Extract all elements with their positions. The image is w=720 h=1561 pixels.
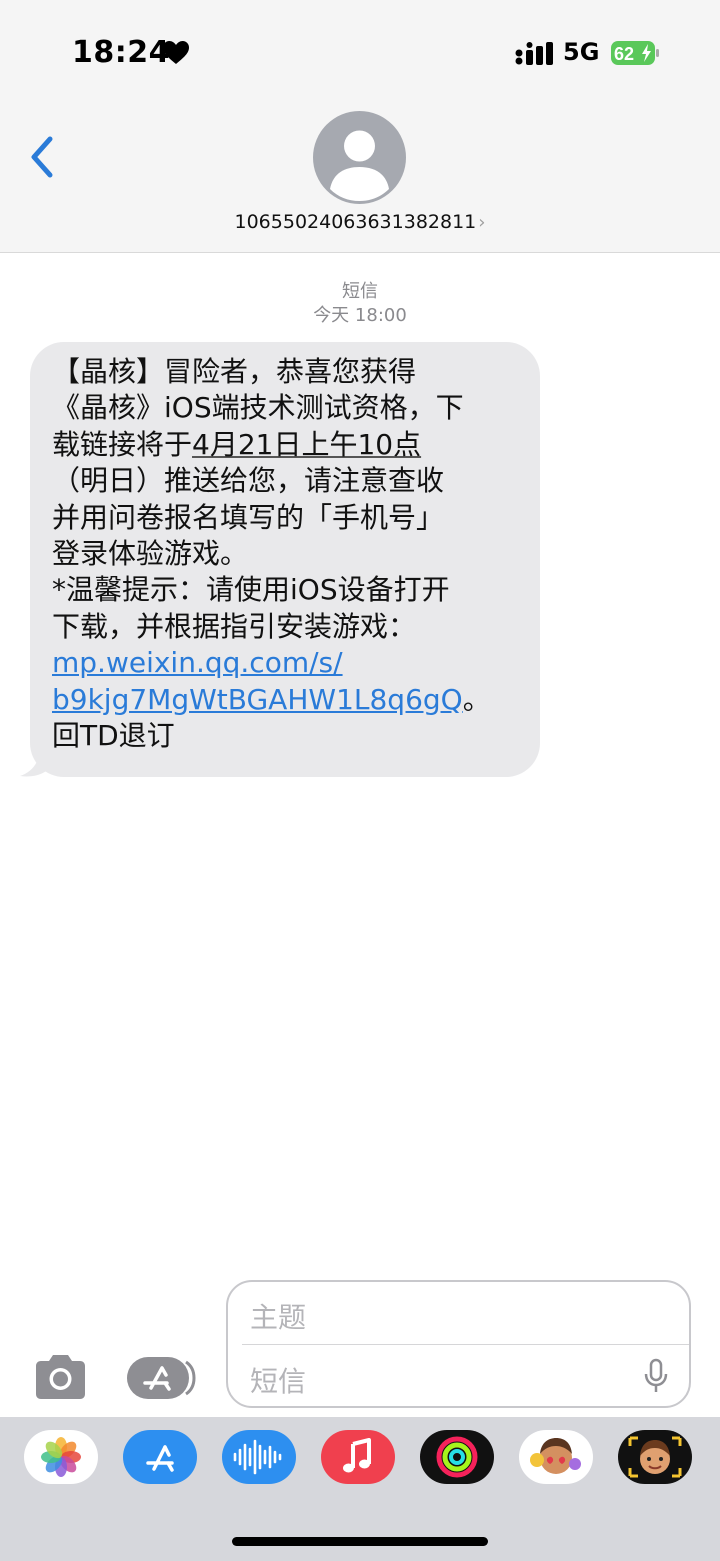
animoji-icon[interactable] [618,1430,692,1484]
message-line: mp.weixin.qq.com/s/ [52,645,530,681]
battery-icon: 62 [611,41,659,65]
message-text: 【晶核】冒险者，恭喜您获得 《晶核》iOS端技术测试资格，下 载链接将于4月21… [52,354,530,754]
message-line: 载链接将于4月21日上午10点 [52,427,530,463]
camera-icon[interactable] [32,1354,89,1400]
url-link-part-2[interactable]: b9kjg7MgWtBGAHW1L8q6gQ [52,683,463,716]
date-detected-link[interactable]: 4月21日上午10点 [192,428,421,461]
status-time: 18:24 [72,35,170,70]
back-chevron-icon[interactable] [24,133,60,181]
message-text-fragment: 载链接将于 [52,427,193,461]
message-line: 并用问卷报名填写的「手机号」 [52,500,445,534]
home-indicator[interactable] [232,1537,488,1546]
memoji-stickers-icon[interactable] [519,1430,593,1484]
message-timestamp: 今天 18:00 [313,305,407,326]
message-line: 下载，并根据指引安装游戏： [52,609,417,643]
contact-avatar[interactable] [313,111,406,204]
heart-icon [163,41,189,64]
bubble-tail [20,738,54,777]
music-icon[interactable] [321,1430,395,1484]
composer-divider [242,1344,689,1345]
message-line: 登录体验游戏。 [52,536,249,570]
app-store-icon[interactable] [123,1430,197,1484]
message-line: （明日）推送给您，请注意查收 [52,464,445,498]
message-text-fragment: 。 [462,682,491,716]
fitness-icon[interactable] [420,1430,494,1484]
microphone-icon[interactable] [643,1358,669,1394]
signal-icon [515,42,553,65]
url-link-part-1[interactable]: mp.weixin.qq.com/s/ [52,646,343,679]
contact-number[interactable]: 106550240636313828​11 › [0,211,720,233]
message-line: 【晶核】冒险者，恭喜您获得 [52,355,417,388]
message-input[interactable]: 短信 [250,1360,306,1400]
conversation-header: 18:24 5G 62 106550240636313828​11 › [0,0,720,253]
message-line: 回TD退订 [52,718,175,752]
message-composer[interactable]: 主题 短信 [226,1280,691,1408]
network-type: 5G [563,38,600,66]
apps-button-icon[interactable] [126,1356,196,1400]
audio-messages-icon[interactable] [222,1430,296,1484]
battery-level: 62 [614,44,634,64]
message-line: *温馨提示：请使用iOS设备打开 [52,573,450,607]
message-line: b9kjg7MgWtBGAHW1L8q6gQ。 [52,682,530,718]
contact-number-text: 106550240636313828​11 [234,211,477,233]
photos-app-icon[interactable] [24,1430,98,1484]
person-icon [330,130,389,201]
subject-input[interactable]: 主题 [250,1296,306,1336]
chevron-right-icon: › [478,212,486,233]
message-line: 《晶核》iOS端技术测试资格，下 [52,391,464,425]
message-service-label: 短信 [342,281,378,302]
imessage-app-strip [0,1417,720,1561]
